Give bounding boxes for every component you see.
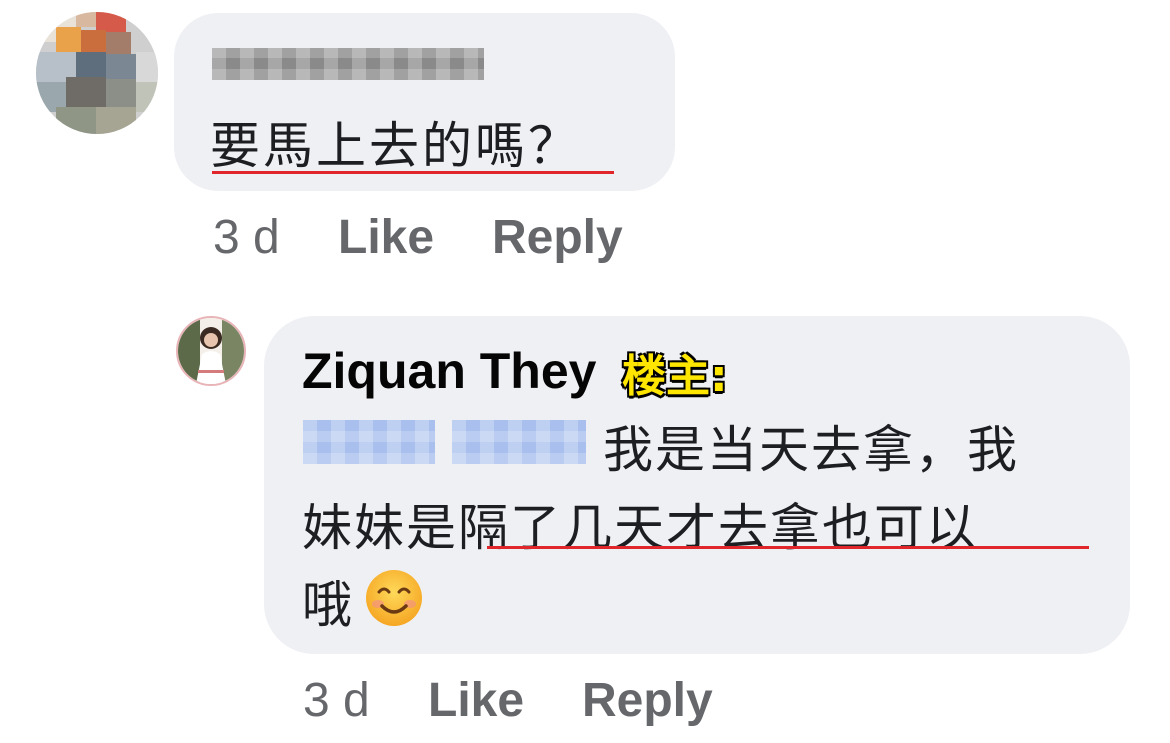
reply-author-name[interactable]: Ziquan They [302, 342, 596, 400]
like-button[interactable]: Like [428, 673, 524, 728]
blurred-author-name[interactable] [212, 48, 484, 80]
reply-timestamp[interactable]: 3 d [303, 673, 370, 728]
comment-timestamp[interactable]: 3 d [213, 210, 280, 265]
comment-text: 要馬上去的嗎？ [210, 117, 581, 175]
commenter-avatar[interactable] [36, 12, 158, 134]
blurred-mention-tag[interactable] [303, 420, 435, 464]
reply-text-line: 哦 [302, 576, 354, 634]
like-button[interactable]: Like [338, 210, 434, 265]
smiling-face-icon [364, 568, 424, 628]
reply-button[interactable]: Reply [582, 673, 713, 728]
blurred-avatar-image [36, 12, 158, 134]
original-poster-badge: 楼主: [622, 351, 728, 402]
blurred-mention-tag[interactable] [452, 420, 586, 464]
reply-text-line: 妹妹是隔了几天才去拿也可以 [302, 499, 978, 557]
red-underline [212, 171, 614, 174]
reply-author-avatar[interactable] [176, 316, 246, 386]
reply-button[interactable]: Reply [492, 210, 623, 265]
reply-text-line: 我是当天去拿，我 [603, 421, 1019, 479]
profile-photo [178, 318, 244, 384]
red-underline [487, 546, 1089, 549]
